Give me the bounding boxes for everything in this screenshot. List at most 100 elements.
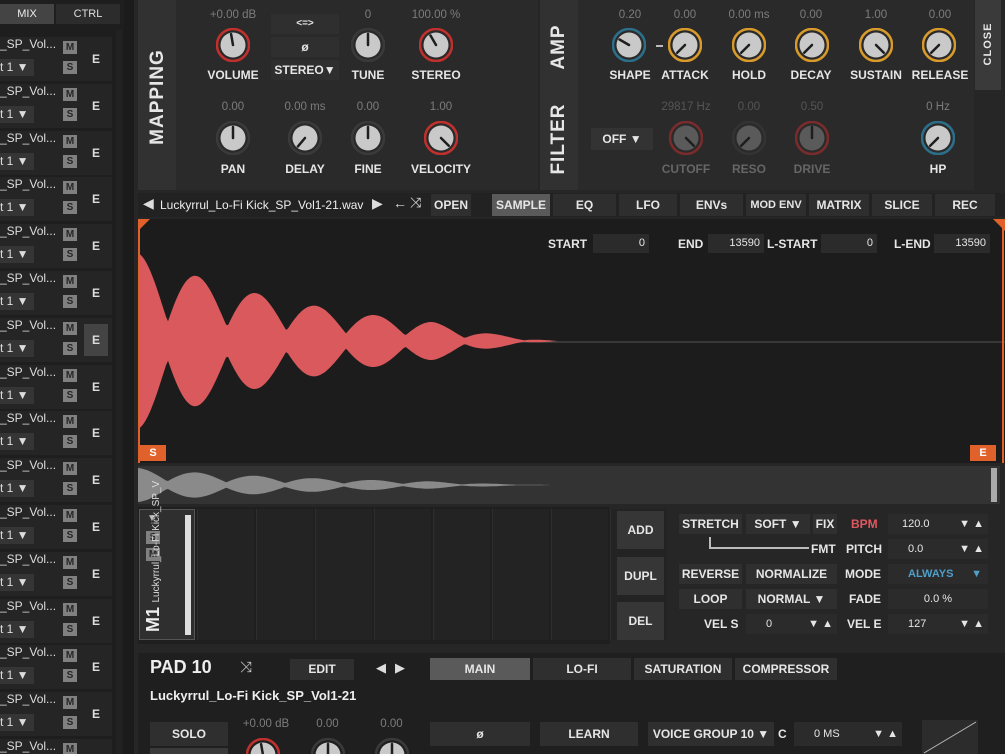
edit-button[interactable]: E xyxy=(84,745,108,754)
mute-button[interactable]: M xyxy=(63,649,77,663)
edit-button[interactable]: E xyxy=(84,230,108,262)
loop-button[interactable]: LOOP xyxy=(679,589,742,609)
track-output[interactable]: t 1 ▼ xyxy=(0,339,34,357)
solo-button[interactable]: S xyxy=(63,669,77,683)
track-output[interactable]: t 1 ▼ xyxy=(0,573,34,591)
edit-button[interactable]: E xyxy=(84,137,108,169)
mute-button[interactable]: M xyxy=(63,87,77,101)
track-row[interactable]: _SP_Vol...t 1 ▼MSE xyxy=(0,411,112,456)
tab-slice[interactable]: SLICE xyxy=(872,194,932,216)
ms-value[interactable]: 0 MS ▼ ▲ xyxy=(794,722,902,746)
solo-button[interactable]: S xyxy=(63,388,77,402)
edit-button[interactable]: E xyxy=(84,417,108,449)
edit-button[interactable]: E xyxy=(84,43,108,75)
track-output[interactable]: t 1 ▼ xyxy=(0,386,34,404)
stepper-icon[interactable]: ▼ ▲ xyxy=(808,614,833,634)
tab-lfo[interactable]: LFO xyxy=(619,194,677,216)
drive-knob[interactable] xyxy=(794,120,830,156)
solo-button[interactable]: S xyxy=(63,716,77,730)
delete-slice-button[interactable]: DEL xyxy=(617,602,664,640)
track-row[interactable]: _SP_Vol...t 1 ▼MSE xyxy=(0,505,112,549)
stereo-mode-select[interactable]: STEREO▼ xyxy=(271,60,339,80)
pad-knob-2[interactable] xyxy=(310,737,346,754)
track-row[interactable]: _SP_Vol...t 1 ▼MSE xyxy=(0,83,112,128)
mute-button[interactable]: M xyxy=(63,181,77,195)
slice-level-bar[interactable] xyxy=(185,515,191,635)
slice-column[interactable] xyxy=(256,509,313,640)
mute-button[interactable]: M xyxy=(63,555,77,569)
pad-volume-knob[interactable] xyxy=(245,737,281,754)
vels-value[interactable]: 0 ▼ ▲ xyxy=(746,614,837,634)
mode-select[interactable]: ALWAYS ▼ xyxy=(888,564,988,584)
pad-phase-button[interactable]: ø xyxy=(430,722,530,746)
loop-mode-select[interactable]: NORMAL ▼ xyxy=(746,589,837,609)
bpm-value[interactable]: 120.0 ▼ ▲ xyxy=(888,514,988,534)
release-knob[interactable] xyxy=(921,27,957,63)
edit-button[interactable]: E xyxy=(84,464,108,496)
fade-value[interactable]: 0.0 % xyxy=(888,589,988,609)
tab-mod-env[interactable]: MOD ENV xyxy=(746,194,806,216)
mute-button[interactable]: M xyxy=(63,368,77,382)
edit-button[interactable]: E xyxy=(84,605,108,637)
tab-eq[interactable]: EQ xyxy=(553,194,616,216)
pad-edit-button[interactable]: EDIT xyxy=(290,659,354,680)
learn-button[interactable]: LEARN xyxy=(540,722,638,746)
solo-button[interactable]: S xyxy=(63,295,77,308)
slice-column[interactable] xyxy=(315,509,372,640)
mute-button[interactable]: M xyxy=(63,41,77,54)
solo-button[interactable]: S xyxy=(63,341,77,355)
pad-tab-saturation[interactable]: SATURATION xyxy=(634,658,732,680)
velocity-knob[interactable] xyxy=(423,120,459,156)
overview-scroll-handle[interactable] xyxy=(991,468,997,502)
mute-button[interactable]: M xyxy=(63,743,77,754)
tab-envs[interactable]: ENVs xyxy=(680,194,743,216)
mute-button[interactable]: M xyxy=(63,696,77,710)
slice-column[interactable] xyxy=(551,509,608,640)
track-output[interactable]: t 1 ▼ xyxy=(0,293,34,310)
tab-ctrl[interactable]: CTRL xyxy=(56,4,120,24)
track-output[interactable]: t 1 ▼ xyxy=(0,152,34,170)
next-pad-icon[interactable]: ▶ xyxy=(395,660,405,676)
track-output[interactable]: t 1 ▼ xyxy=(0,620,34,638)
track-row[interactable]: _SP_Vol...t 1 ▼MSE xyxy=(0,645,112,690)
reso-knob[interactable] xyxy=(731,120,767,156)
slice-column[interactable] xyxy=(492,509,549,640)
open-button[interactable]: OPEN xyxy=(431,194,471,216)
curve-display[interactable] xyxy=(922,720,978,754)
mute-button[interactable]: M xyxy=(63,509,77,522)
start-marker[interactable]: S xyxy=(140,445,166,461)
stretch-button[interactable]: STRETCH xyxy=(679,514,742,534)
edit-button[interactable]: E xyxy=(84,511,108,543)
midi-select-button[interactable] xyxy=(150,748,228,754)
solo-button[interactable]: S xyxy=(63,248,77,262)
tab-rec[interactable]: REC xyxy=(935,194,995,216)
voice-group-select[interactable]: VOICE GROUP 10 ▼ xyxy=(648,722,774,746)
sample-filename[interactable]: Luckyrrul_Lo-Fi Kick_SP_Vol1-21.wav xyxy=(160,198,370,212)
sustain-knob[interactable] xyxy=(858,27,894,63)
track-row[interactable]: _SP_Vol...t 1 ▼MSE xyxy=(0,598,112,643)
track-row[interactable]: _SP_Vol...t 1 ▼MSE xyxy=(0,130,112,175)
track-row[interactable]: _SP_Vol...t 1 ▼MSE xyxy=(0,271,112,315)
solo-button[interactable]: S xyxy=(63,482,77,496)
stepper-icon[interactable]: ▼ ▲ xyxy=(873,722,898,746)
track-row[interactable]: _SP_Vol...t 1 ▼MSE xyxy=(0,37,112,81)
solo-button[interactable]: S xyxy=(63,575,77,589)
end-marker[interactable]: E xyxy=(970,445,996,461)
vele-value[interactable]: 127 ▼ ▲ xyxy=(888,614,988,634)
pad-tab-main[interactable]: MAIN xyxy=(430,658,530,680)
reverse-button[interactable]: REVERSE xyxy=(679,564,742,584)
soft-select[interactable]: SOFT ▼ xyxy=(746,514,810,534)
pan-knob[interactable] xyxy=(215,120,251,156)
track-row[interactable]: _SP_Vol...t 1 ▼MSE xyxy=(0,364,112,409)
prev-sample-icon[interactable]: ◀ xyxy=(143,195,154,212)
edit-button[interactable]: E xyxy=(84,651,108,683)
shuffle-icon[interactable]: ⤨ xyxy=(410,194,421,211)
track-row[interactable]: _SP_Vol...t 1 ▼MSE xyxy=(0,177,112,222)
track-row[interactable]: _SP_Vol...t 1 ▼MSE xyxy=(0,739,112,754)
edit-button[interactable]: E xyxy=(84,90,108,122)
edit-button[interactable]: E xyxy=(84,371,108,403)
pad-tab-compressor[interactable]: COMPRESSOR xyxy=(735,658,837,680)
stereo-knob[interactable] xyxy=(418,27,454,63)
decay-knob[interactable] xyxy=(794,27,830,63)
next-sample-icon[interactable]: ▶ xyxy=(372,195,383,212)
